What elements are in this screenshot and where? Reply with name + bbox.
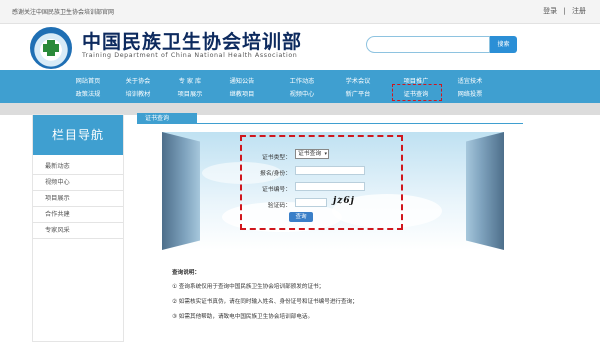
query-notes: 查询说明： ① 查询系统仅用于查询中国民族卫生协会培训部颁发的证书； ② 如需核… xyxy=(172,268,492,327)
login-link[interactable]: 登录 xyxy=(543,7,557,15)
notes-line: ③ 如需其他帮助，请致电中国民族卫生协会培训部电话。 xyxy=(172,314,314,320)
captcha-input[interactable] xyxy=(295,198,327,207)
top-bar: 感谢关注中国民族卫生协会培训部官网 登录 | 注册 xyxy=(0,0,600,24)
chevron-down-icon: ▾ xyxy=(324,151,327,157)
id-input[interactable] xyxy=(295,166,365,175)
nav-item-cme[interactable]: 继教项目 xyxy=(212,89,272,98)
links-divider: | xyxy=(563,7,566,15)
nav-item-notices[interactable]: 通知公告 xyxy=(212,76,272,85)
sidebar-title: 栏目导航 xyxy=(33,115,123,155)
nav-item-video[interactable]: 视频中心 xyxy=(272,89,332,98)
cert-type-label: 证书类型： xyxy=(262,155,291,161)
sidebar-item-projects[interactable]: 项目展示 xyxy=(33,191,123,207)
certificate-nav-highlight xyxy=(392,84,442,101)
search-button[interactable]: 搜索 xyxy=(490,36,517,53)
id-label: 报名/身份： xyxy=(260,171,291,177)
nav-item-textbooks[interactable]: 培训教材 xyxy=(108,89,168,98)
cert-type-value: 证书查询 xyxy=(298,151,322,157)
cert-no-label: 证书编号： xyxy=(262,187,291,193)
nav-item-experts[interactable]: 专 家 库 xyxy=(160,76,220,85)
left-curtain xyxy=(162,132,200,250)
nav-item-news[interactable]: 工作动态 xyxy=(272,76,332,85)
cert-type-select[interactable]: 证书查询 ▾ xyxy=(295,149,329,159)
captcha-image[interactable]: jz6j xyxy=(333,196,355,206)
search-input[interactable] xyxy=(366,36,490,53)
notes-line: ② 如需核实证书真伪，请在同时输入姓名、身份证号和证书编号进行查询； xyxy=(172,299,358,305)
nav-item-voting[interactable]: 网络投票 xyxy=(440,89,500,98)
nav-item-conferences[interactable]: 学术会议 xyxy=(328,76,388,85)
association-logo[interactable] xyxy=(30,27,72,69)
account-links: 登录 | 注册 xyxy=(541,6,588,16)
sidebar-item-cooperation[interactable]: 合作共建 xyxy=(33,207,123,223)
nav-item-techniques[interactable]: 适宜技术 xyxy=(440,76,500,85)
right-curtain xyxy=(466,132,504,250)
cert-no-input[interactable] xyxy=(295,182,365,191)
sidebar-item-latest[interactable]: 最新动态 xyxy=(33,159,123,175)
nav-item-about[interactable]: 关于协会 xyxy=(108,76,168,85)
sidebar-item-video[interactable]: 视频中心 xyxy=(33,175,123,191)
query-submit-button[interactable]: 查询 xyxy=(289,212,313,222)
nav-item-projects[interactable]: 项目展示 xyxy=(160,89,220,98)
notes-title: 查询说明： xyxy=(172,270,200,276)
org-name-en: Training Department of China National He… xyxy=(82,52,298,59)
nav-item-platform[interactable]: 新广平台 xyxy=(328,89,388,98)
logo-cross-horizontal xyxy=(43,44,59,52)
sidebar-item-experts[interactable]: 专家风采 xyxy=(33,223,123,239)
welcome-text: 感谢关注中国民族卫生协会培训部官网 xyxy=(12,9,115,16)
captcha-label: 验证码： xyxy=(267,203,291,209)
sidebar: 栏目导航 最新动态 视频中心 项目展示 合作共建 专家风采 xyxy=(32,114,124,342)
site-header: 中国民族卫生协会培训部 Training Department of China… xyxy=(0,24,600,70)
section-divider xyxy=(137,123,523,124)
notes-line: ① 查询系统仅用于查询中国民族卫生协会培训部颁发的证书； xyxy=(172,284,325,290)
main-nav: 网站首页 关于协会 专 家 库 通知公告 工作动态 学术会议 项目推广 适宜技术… xyxy=(0,70,600,103)
org-name-cn: 中国民族卫生协会培训部 xyxy=(82,31,303,53)
register-link[interactable]: 注册 xyxy=(572,7,586,15)
